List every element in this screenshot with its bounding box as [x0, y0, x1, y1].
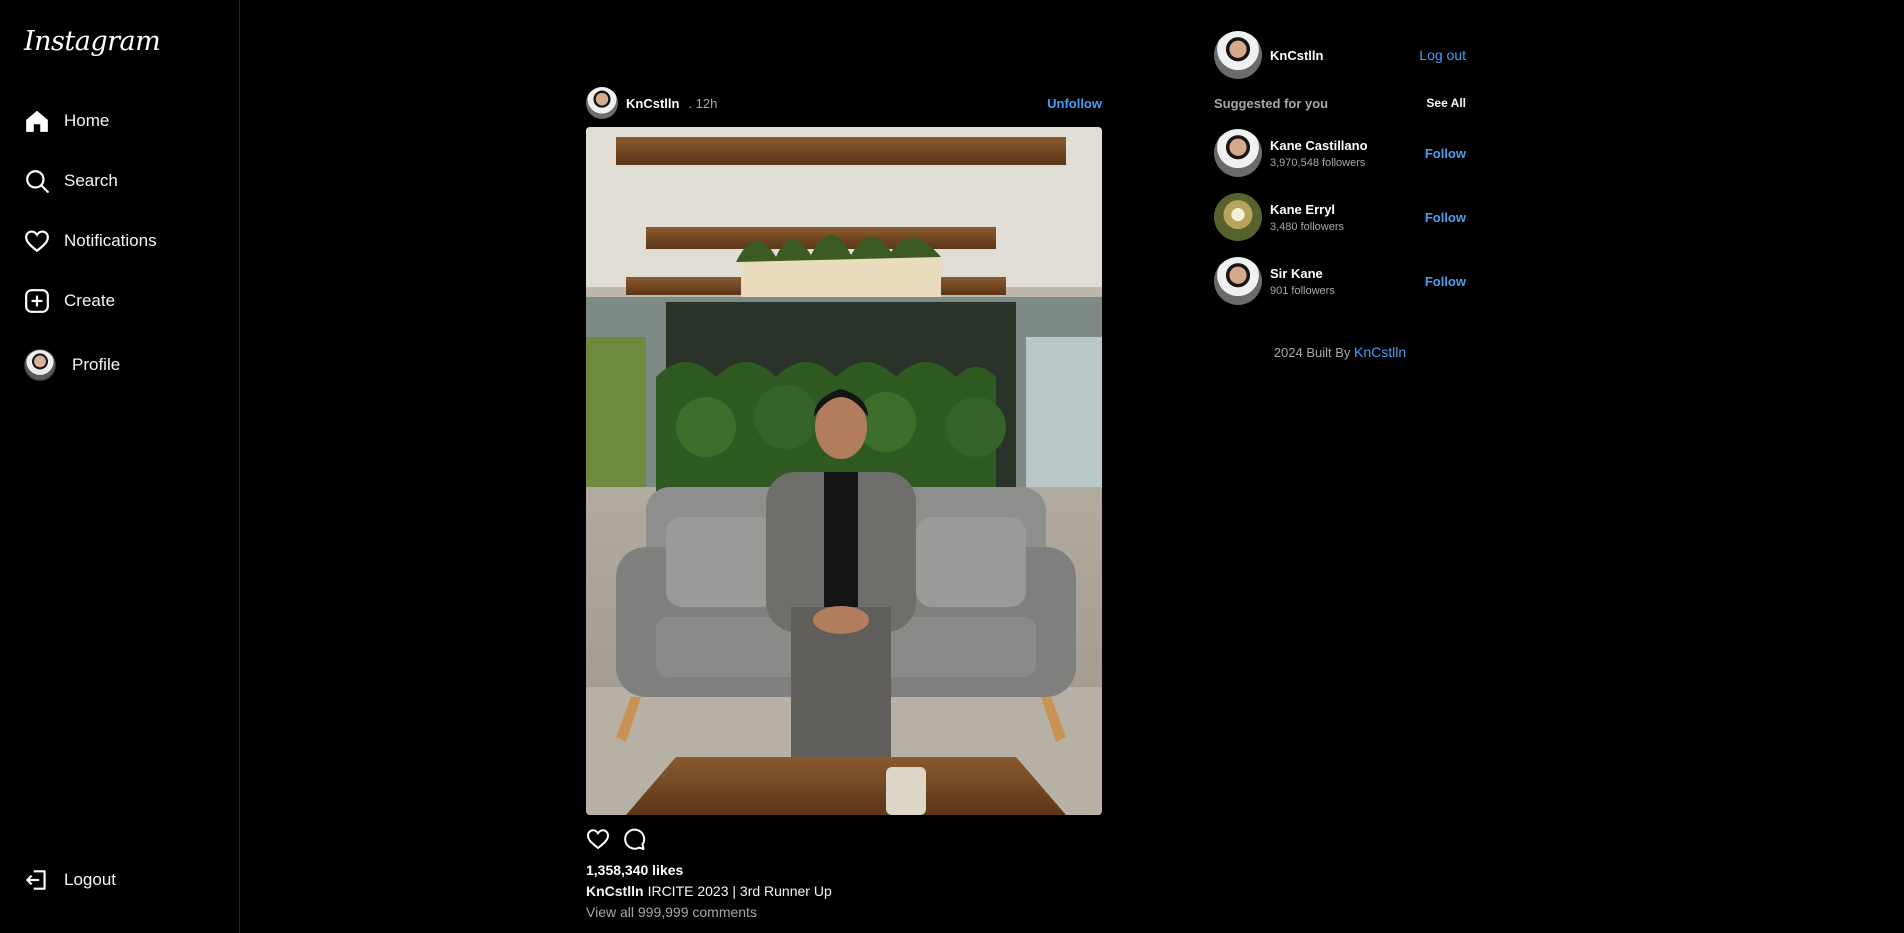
suggestions-title: Suggested for you — [1214, 96, 1329, 111]
current-user: KnCstlln Log out — [1214, 31, 1466, 79]
current-user-username[interactable]: KnCstlln — [1270, 48, 1323, 63]
sidebar-item-create[interactable]: Create — [24, 281, 115, 321]
post-actions — [586, 827, 646, 851]
follow-button[interactable]: Follow — [1425, 210, 1466, 225]
sidebar-item-logout[interactable]: Logout — [24, 860, 116, 900]
view-comments-link[interactable]: View all 999,999 comments — [586, 904, 757, 920]
suggestion-name[interactable]: Kane Castillano — [1270, 138, 1368, 153]
profile-avatar — [24, 349, 56, 381]
sidebar: Instagram Home Search Notifications Crea… — [0, 0, 240, 933]
follow-button[interactable]: Follow — [1425, 146, 1466, 161]
follow-button[interactable]: Follow — [1425, 274, 1466, 289]
sidebar-item-profile[interactable]: Profile — [24, 345, 120, 385]
caption-username[interactable]: KnCstlln — [586, 883, 644, 899]
home-icon — [24, 108, 50, 134]
likes-count[interactable]: 1,358,340 likes — [586, 862, 683, 878]
logout-icon — [24, 867, 50, 893]
post-author-avatar[interactable] — [586, 87, 618, 119]
suggestion-followers: 3,480 followers — [1270, 220, 1344, 233]
current-user-avatar[interactable] — [1214, 31, 1262, 79]
see-all-link[interactable]: See All — [1426, 96, 1466, 111]
post-caption: KnCstlln IRCITE 2023 | 3rd Runner Up — [586, 883, 832, 899]
footer: 2024 Built By KnCstlln — [1214, 344, 1466, 360]
footer-author-link[interactable]: KnCstlln — [1354, 344, 1406, 360]
post-header: KnCstlln . 12h Unfollow — [586, 87, 1102, 119]
avatar — [24, 349, 56, 381]
sidebar-item-notifications[interactable]: Notifications — [24, 221, 157, 261]
suggestion-item: Kane Castillano 3,970,548 followers Foll… — [1214, 129, 1466, 177]
comment-icon[interactable] — [622, 827, 646, 851]
suggestion-avatar[interactable] — [1214, 129, 1262, 177]
suggestion-avatar[interactable] — [1214, 257, 1262, 305]
log-out-button[interactable]: Log out — [1419, 47, 1466, 63]
sidebar-item-label: Notifications — [64, 231, 157, 250]
post-author-username[interactable]: KnCstlln — [626, 96, 679, 111]
post-photo[interactable] — [586, 127, 1102, 815]
sidebar-item-search[interactable]: Search — [24, 161, 118, 201]
sidebar-item-home[interactable]: Home — [24, 101, 109, 141]
sidebar-item-label: Create — [64, 291, 116, 310]
caption-text: IRCITE 2023 | 3rd Runner Up — [647, 883, 832, 899]
suggestions-header: Suggested for you See All — [1214, 96, 1466, 111]
search-icon — [24, 168, 50, 194]
suggestion-avatar[interactable] — [1214, 193, 1262, 241]
suggestion-item: Sir Kane 901 followers Follow — [1214, 257, 1466, 305]
instagram-logo[interactable]: Instagram — [24, 26, 161, 57]
sidebar-item-label: Home — [64, 111, 110, 130]
heart-icon — [24, 228, 50, 254]
post-timestamp: . 12h — [688, 95, 718, 111]
sidebar-item-label: Logout — [64, 870, 116, 889]
sidebar-item-label: Profile — [72, 355, 121, 374]
footer-text: 2024 Built By — [1273, 345, 1351, 360]
suggestion-name[interactable]: Kane Erryl — [1270, 202, 1344, 217]
suggestion-followers: 3,970,548 followers — [1270, 156, 1366, 169]
suggestion-name[interactable]: Sir Kane — [1270, 266, 1335, 281]
sidebar-item-label: Search — [64, 171, 118, 190]
suggestion-followers: 901 followers — [1270, 284, 1335, 297]
like-heart-icon[interactable] — [586, 827, 610, 851]
plus-square-icon — [24, 288, 50, 314]
unfollow-button[interactable]: Unfollow — [1047, 96, 1102, 111]
suggestion-item: Kane Erryl 3,480 followers Follow — [1214, 193, 1466, 241]
